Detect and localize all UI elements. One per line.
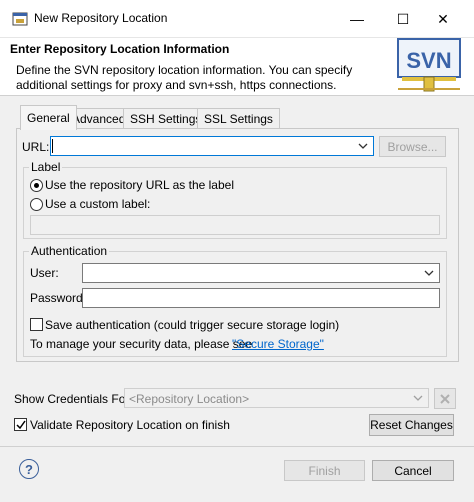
chevron-down-icon xyxy=(424,270,434,276)
security-data-text: To manage your security data, please see xyxy=(30,337,253,351)
radio-use-repo-url-label[interactable]: Use the repository URL as the label xyxy=(45,178,234,192)
cancel-button[interactable]: Cancel xyxy=(372,460,454,481)
validate-location-label[interactable]: Validate Repository Location on finish xyxy=(30,418,230,432)
delete-credentials-button[interactable] xyxy=(434,388,456,409)
chevron-down-icon xyxy=(413,395,423,401)
radio-use-repo-url[interactable] xyxy=(30,179,43,192)
chevron-down-icon xyxy=(358,143,368,149)
user-label: User: xyxy=(30,266,59,280)
wizard-page-description: Define the SVN repository location infor… xyxy=(16,63,353,92)
wizard-page-title: Enter Repository Location Information xyxy=(10,42,230,56)
reset-changes-button[interactable]: Reset Changes xyxy=(369,414,454,436)
url-combo[interactable] xyxy=(50,136,374,156)
secure-storage-link[interactable]: "Secure Storage" xyxy=(232,337,324,351)
authentication-group-title: Authentication xyxy=(29,244,110,258)
save-authentication-label[interactable]: Save authentication (could trigger secur… xyxy=(45,318,339,332)
app-icon xyxy=(12,12,28,26)
help-icon[interactable]: ? xyxy=(19,459,39,479)
label-group-title: Label xyxy=(29,160,63,174)
save-authentication-checkbox[interactable] xyxy=(30,318,43,331)
radio-use-custom-label-label[interactable]: Use a custom label: xyxy=(45,197,150,211)
radio-use-custom-label[interactable] xyxy=(30,198,43,211)
credentials-selected: <Repository Location> xyxy=(129,392,250,406)
svn-logo-icon: SVN xyxy=(397,38,461,92)
tab-ssh-settings[interactable]: SSH Settings xyxy=(123,108,209,129)
validate-location-checkbox[interactable] xyxy=(14,418,27,431)
finish-button[interactable]: Finish xyxy=(284,460,365,481)
password-label: Password: xyxy=(30,291,87,305)
checkmark-icon xyxy=(16,420,26,430)
tab-ssl-settings[interactable]: SSL Settings xyxy=(197,108,280,129)
browse-button[interactable]: Browse... xyxy=(379,136,446,157)
credentials-combo[interactable]: <Repository Location> xyxy=(124,388,429,408)
tab-general[interactable]: General xyxy=(20,105,77,130)
custom-label-input[interactable] xyxy=(30,215,440,235)
window-title: New Repository Location xyxy=(34,11,168,25)
show-credentials-label: Show Credentials For: xyxy=(14,392,133,406)
password-input[interactable] xyxy=(82,288,440,308)
svn-logo-text: SVN xyxy=(406,48,451,73)
text-cursor xyxy=(52,139,53,153)
user-combo[interactable] xyxy=(82,263,440,283)
url-label: URL: xyxy=(22,140,50,154)
footer-separator xyxy=(0,446,474,447)
close-button[interactable]: ✕ xyxy=(420,0,466,38)
minimize-button[interactable]: — xyxy=(334,0,380,38)
delete-icon xyxy=(440,393,450,404)
